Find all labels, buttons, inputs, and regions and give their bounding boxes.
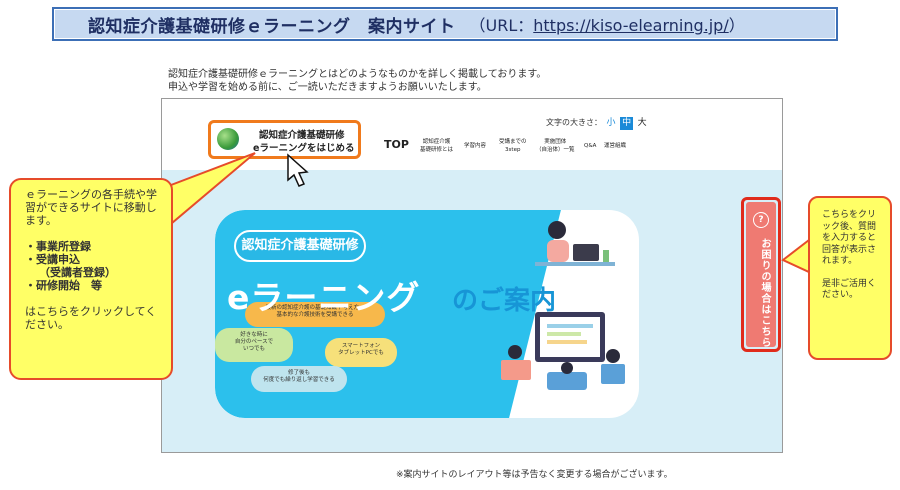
right-callout: こちらをクリック後、質問を入力すると回答が表示されます。 是非ご活用ください。 — [808, 196, 892, 360]
mouse-cursor-icon — [287, 153, 309, 187]
left-callout-item-2: ・受講申込 — [25, 253, 80, 266]
left-callout: ｅラーニングの各手続や学習ができるサイトに移動します。 ・事業所登録 ・受講申込… — [9, 178, 173, 380]
left-callout-item-4: ・研修開始 等 — [25, 279, 102, 292]
right-callout-tail — [781, 237, 810, 274]
left-callout-item-1: ・事業所登録 — [25, 240, 91, 253]
right-callout-p2: 是非ご活用ください。 — [822, 278, 877, 301]
left-callout-outro: はこちらをクリックしてください。 — [25, 305, 157, 331]
layout-change-note: ※案内サイトのレイアウト等は予告なく変更する場合がございます。 — [396, 470, 673, 480]
left-callout-intro: ｅラーニングの各手続や学習ができるサイトに移動します。 — [25, 188, 157, 227]
right-callout-p1: こちらをクリック後、質問を入力すると回答が表示されます。 — [822, 210, 877, 266]
left-callout-item-3: （受講者登録） — [39, 266, 116, 279]
